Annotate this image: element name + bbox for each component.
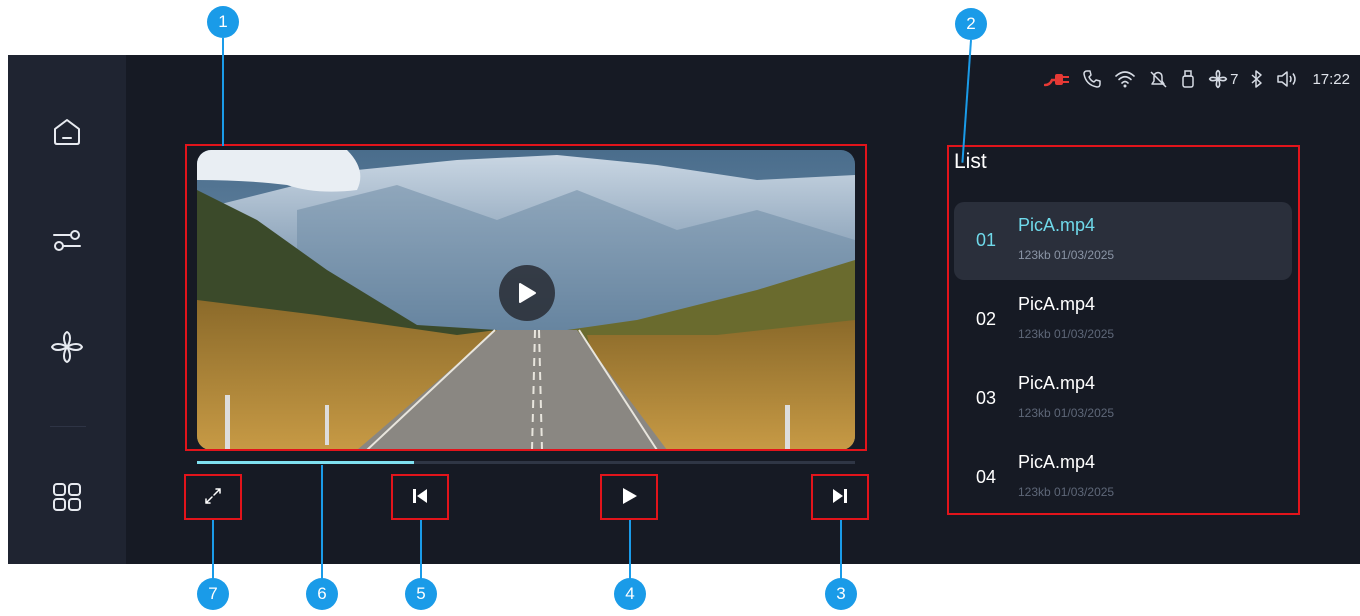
list-title: List (954, 150, 987, 173)
list-item-meta: 123kb 01/03/2025 (1018, 485, 1115, 499)
callout-leader-3 (840, 520, 842, 582)
callout-badge-1: 1 (207, 6, 239, 38)
sidebar-item-apps[interactable] (47, 477, 87, 517)
progress-bar[interactable] (197, 461, 855, 464)
infotainment-screen: 7 17:22 List 01 PicA.mp4 123kb 01/03/202… (8, 55, 1360, 564)
list-item-filename: PicA.mp4 (1018, 215, 1096, 235)
list-item-number: 03 (976, 388, 997, 408)
callout-badge-4: 4 (614, 578, 646, 610)
video-preview[interactable] (197, 150, 855, 450)
callout-leader-6 (321, 465, 323, 581)
sidebar (8, 55, 126, 564)
charging-plug-icon (1044, 74, 1070, 87)
list-item-meta: 123kb 01/03/2025 (1018, 248, 1115, 262)
list-item[interactable]: 02 PicA.mp4 123kb 01/03/2025 (954, 281, 1292, 359)
volume-icon (1277, 71, 1297, 87)
callout-leader-1 (222, 38, 224, 146)
play-icon (623, 488, 637, 504)
bell-off-icon (1150, 71, 1167, 88)
callout-leader-4 (629, 520, 631, 582)
list-item-number: 02 (976, 309, 997, 329)
list-item[interactable]: 01 PicA.mp4 123kb 01/03/2025 (954, 202, 1292, 280)
fan-level: 7 (1230, 70, 1239, 88)
bluetooth-icon (1251, 70, 1263, 88)
callout-leader-7 (212, 520, 214, 582)
callout-badge-7: 7 (197, 578, 229, 610)
fan-speed: 7 (1208, 69, 1238, 89)
clock: 17:22 (1312, 70, 1350, 88)
play-button[interactable] (602, 475, 656, 517)
wifi-icon (1115, 71, 1135, 88)
phone-icon (1083, 70, 1101, 88)
list-item-filename: PicA.mp4 (1018, 373, 1096, 393)
progress-fill (197, 461, 415, 464)
callout-badge-3: 3 (825, 578, 857, 610)
list-item-number: 04 (976, 467, 997, 487)
status-bar: 7 17:22 (1044, 67, 1350, 91)
sidebar-item-climate[interactable] (47, 327, 87, 367)
home-icon (54, 119, 80, 145)
list-item-number: 01 (976, 230, 997, 250)
callout-badge-2: 2 (955, 8, 987, 40)
fan-icon (1208, 69, 1228, 89)
center-play-button[interactable] (499, 265, 555, 321)
next-button[interactable] (813, 475, 867, 517)
fullscreen-button[interactable] (186, 475, 240, 517)
list-item-filename: PicA.mp4 (1018, 294, 1096, 314)
callout-leader-5 (420, 520, 422, 582)
skip-next-icon (833, 489, 847, 503)
list-item-filename: PicA.mp4 (1018, 452, 1096, 472)
list-item[interactable]: 03 PicA.mp4 123kb 01/03/2025 (954, 360, 1292, 438)
expand-icon (205, 488, 221, 504)
sidebar-item-settings[interactable] (47, 220, 87, 260)
callout-badge-5: 5 (405, 578, 437, 610)
skip-previous-icon (413, 489, 427, 503)
list-item[interactable]: 04 PicA.mp4 123kb 01/03/2025 (954, 439, 1292, 517)
sliders-icon (53, 230, 81, 251)
list-item-meta: 123kb 01/03/2025 (1018, 327, 1115, 341)
play-icon (519, 283, 536, 303)
callout-badge-6: 6 (306, 578, 338, 610)
fan-icon (51, 331, 83, 363)
sidebar-divider (50, 426, 86, 427)
previous-button[interactable] (393, 475, 447, 517)
list-item-meta: 123kb 01/03/2025 (1018, 406, 1115, 420)
sidebar-item-home[interactable] (47, 112, 87, 152)
usb-icon (1182, 70, 1194, 88)
grid-icon (53, 483, 81, 511)
